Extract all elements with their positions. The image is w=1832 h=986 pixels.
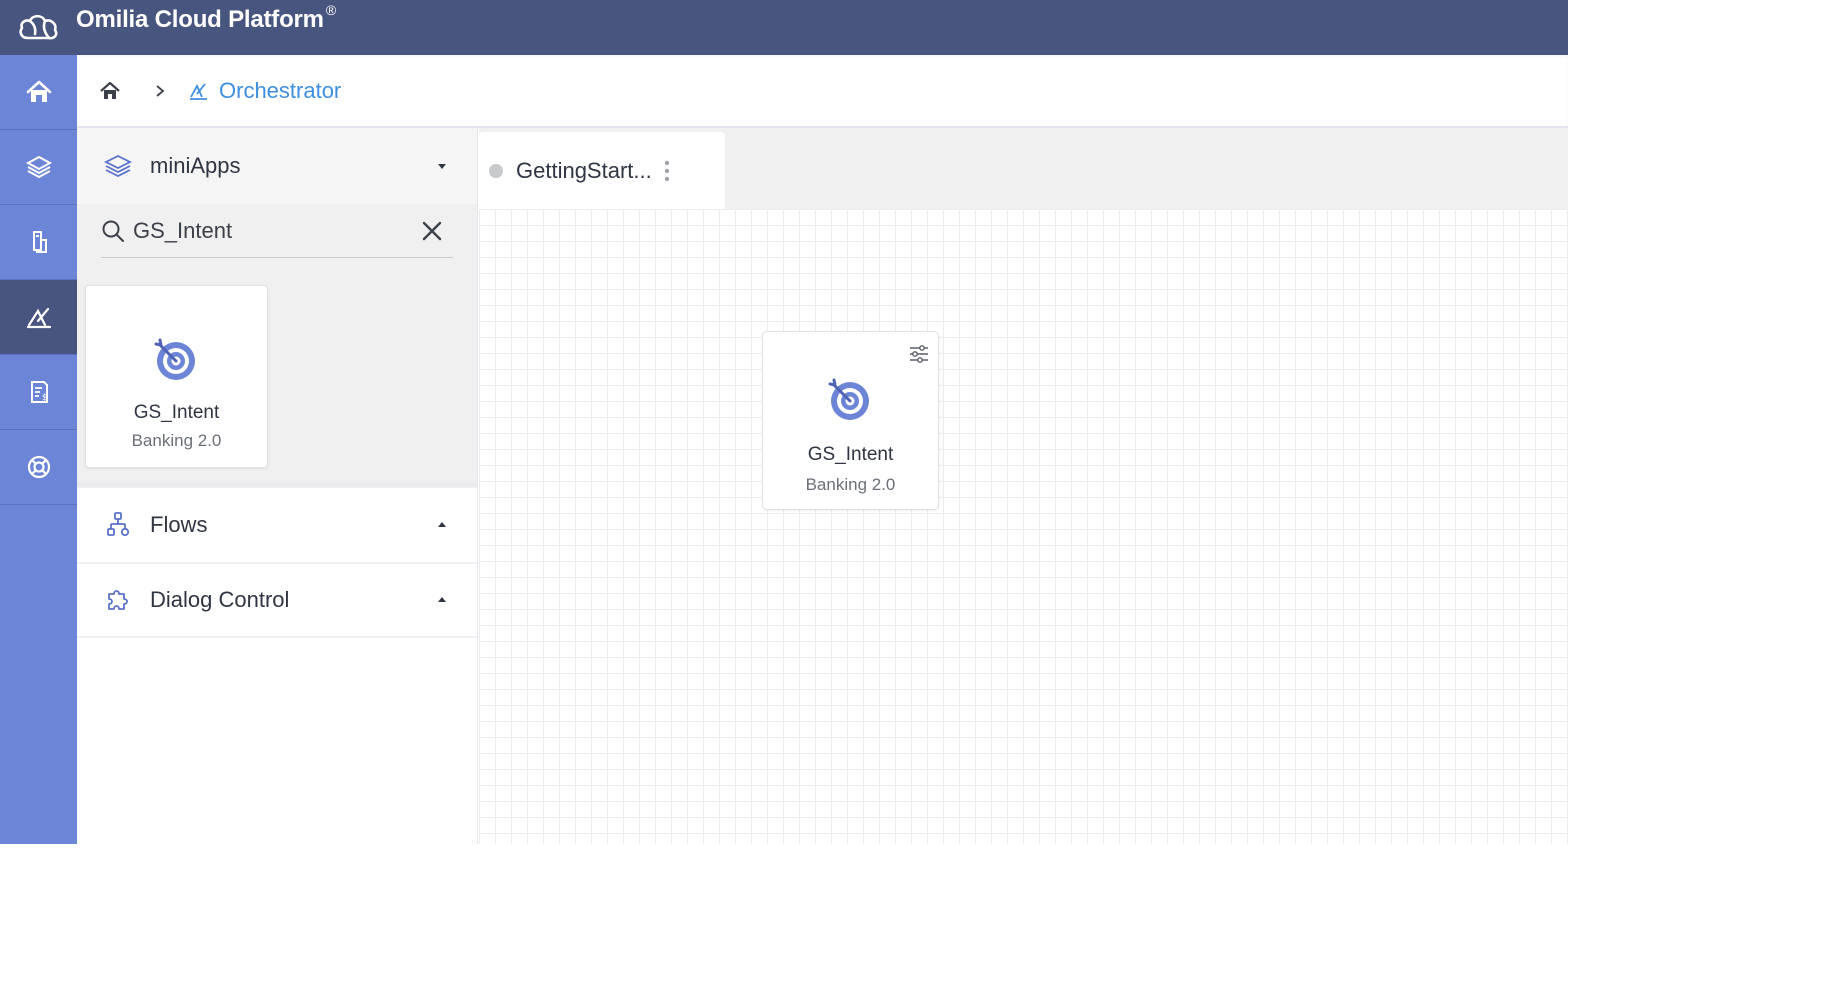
more-vertical-icon[interactable] (664, 160, 670, 182)
left-nav-rail: $ (0, 55, 77, 844)
search-input[interactable] (133, 217, 421, 244)
miniapps-label: miniApps (150, 153, 241, 178)
svg-text:$: $ (42, 393, 48, 403)
close-icon[interactable] (421, 220, 443, 242)
caret-down-icon[interactable] (437, 161, 447, 171)
lifebuoy-icon (27, 455, 50, 479)
breadcrumb: Orchestrator (77, 55, 1568, 128)
dialog-control-label: Dialog Control (150, 587, 290, 612)
breadcrumb-home-icon[interactable] (99, 80, 121, 102)
dialog-control-section-header[interactable]: Dialog Control (77, 562, 477, 638)
rail-item-home[interactable] (0, 55, 77, 130)
billing-icon: $ (30, 381, 48, 403)
chevron-right-icon (156, 84, 165, 97)
layers-icon (103, 154, 133, 178)
orchestrator-icon (26, 307, 51, 329)
tab-gettingstarted[interactable]: GettingStart... (479, 132, 725, 209)
flows-label: Flows (150, 512, 208, 537)
flow-canvas[interactable] (479, 209, 1568, 844)
caret-up-icon[interactable] (437, 520, 447, 530)
deploy-icon (32, 231, 47, 253)
rail-item-support[interactable] (0, 430, 77, 505)
target-icon (828, 378, 869, 420)
target-icon (154, 338, 195, 380)
flows-icon (107, 512, 130, 537)
app-title-text: Omilia Cloud Platform (76, 5, 324, 33)
result-name: GS_Intent (133, 402, 220, 423)
miniapp-result-card[interactable]: GS_Intent Banking 2.0 (85, 285, 268, 468)
tab-status-dot (489, 163, 503, 178)
canvas-node-miniapp[interactable]: GS_Intent Banking 2.0 (762, 331, 939, 510)
node-subtitle: Banking 2.0 (805, 475, 896, 494)
flows-section-header[interactable]: Flows (77, 486, 477, 562)
miniapps-section-header[interactable]: miniApps (77, 128, 477, 204)
layers-icon (25, 155, 52, 179)
tab-label: GettingStart... (516, 157, 652, 183)
tab-strip: GettingStart... (479, 128, 1568, 209)
search-box (101, 204, 453, 258)
home-icon (26, 80, 51, 102)
puzzle-icon (108, 590, 128, 610)
trademark-symbol: ® (325, 1, 336, 18)
result-subtitle: Banking 2.0 (131, 431, 222, 450)
settings-sliders-icon[interactable] (908, 344, 930, 364)
cloud-logo-icon[interactable] (16, 12, 60, 44)
side-panel: miniApps Flows (77, 128, 478, 844)
orchestrator-icon (190, 82, 207, 100)
top-bar: Omilia Cloud Platform ® (0, 0, 1568, 55)
caret-up-icon[interactable] (437, 595, 447, 605)
search-icon (102, 220, 124, 242)
breadcrumb-current[interactable]: Orchestrator (219, 78, 341, 104)
node-name: GS_Intent (807, 444, 894, 465)
search-container (77, 204, 477, 268)
app-title: Omilia Cloud Platform ® (76, 2, 336, 34)
rail-item-billing[interactable]: $ (0, 355, 77, 430)
rail-item-deploy[interactable] (0, 205, 77, 280)
rail-item-layers[interactable] (0, 130, 77, 205)
rail-item-orchestrator[interactable] (0, 280, 77, 355)
